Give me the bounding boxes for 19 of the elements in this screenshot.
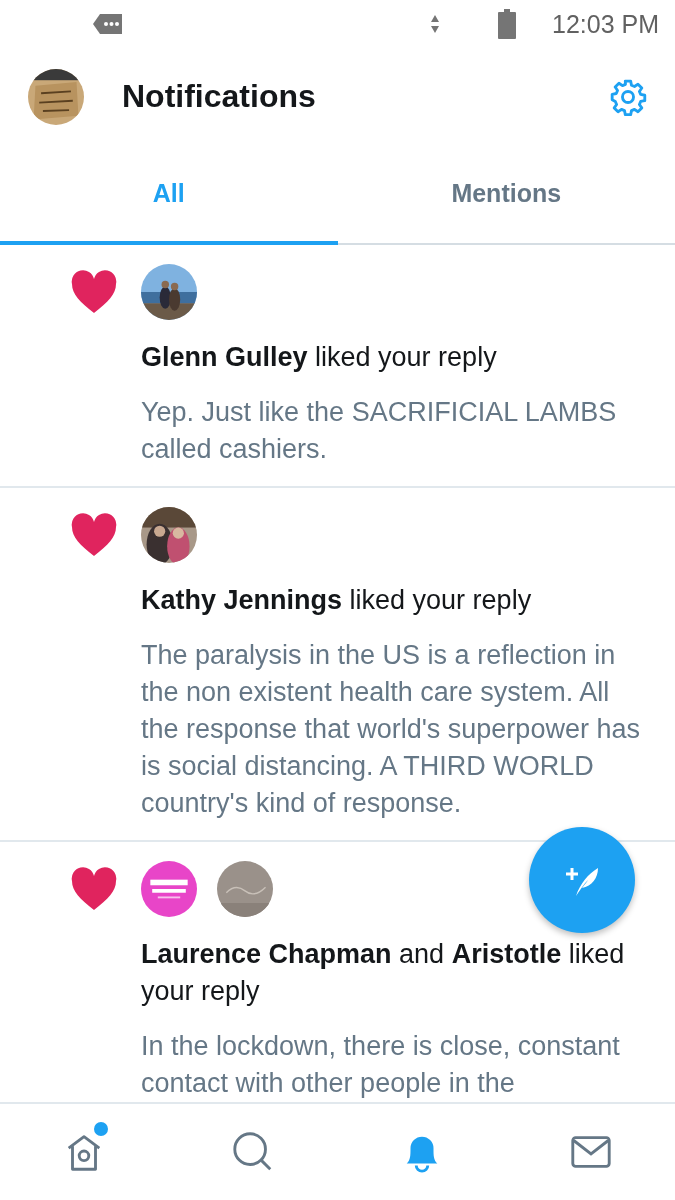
notification-headline: Laurence Chapman and Aristotle liked your reply: [141, 938, 626, 1008]
clock-time: 12:03 PM: [552, 9, 659, 39]
notification-dot: [94, 1122, 108, 1136]
notification-headline: Glenn Gulley liked your reply: [141, 341, 498, 374]
heart-icon: [70, 270, 118, 314]
page-title: Notifications: [122, 78, 317, 115]
reply-text: In the lockdown, there is close, constant contact with other people in the: [141, 1030, 621, 1100]
heart-icon: [70, 513, 118, 557]
notification-headline: Kathy Jennings liked your reply: [141, 584, 533, 617]
battery-icon: [498, 9, 516, 39]
reply-text: Yep. Just like the SACRIFICIAL LAMBS called cashiers.: [141, 396, 618, 466]
settings-icon[interactable]: [609, 77, 647, 116]
data-arrows-icon: [430, 14, 440, 34]
tab[interactable]: Mentions: [337, 145, 675, 245]
reply-text: The paralysis in the US is a reflection in the non existent health care system. All the response that world's superpower has is social distancing. A THIRD WORLD country's kind of response.: [141, 639, 641, 820]
heart-icon: [70, 867, 118, 911]
message-icon: [92, 12, 124, 36]
tab[interactable]: All: [0, 145, 338, 245]
compose-button[interactable]: [529, 827, 635, 933]
